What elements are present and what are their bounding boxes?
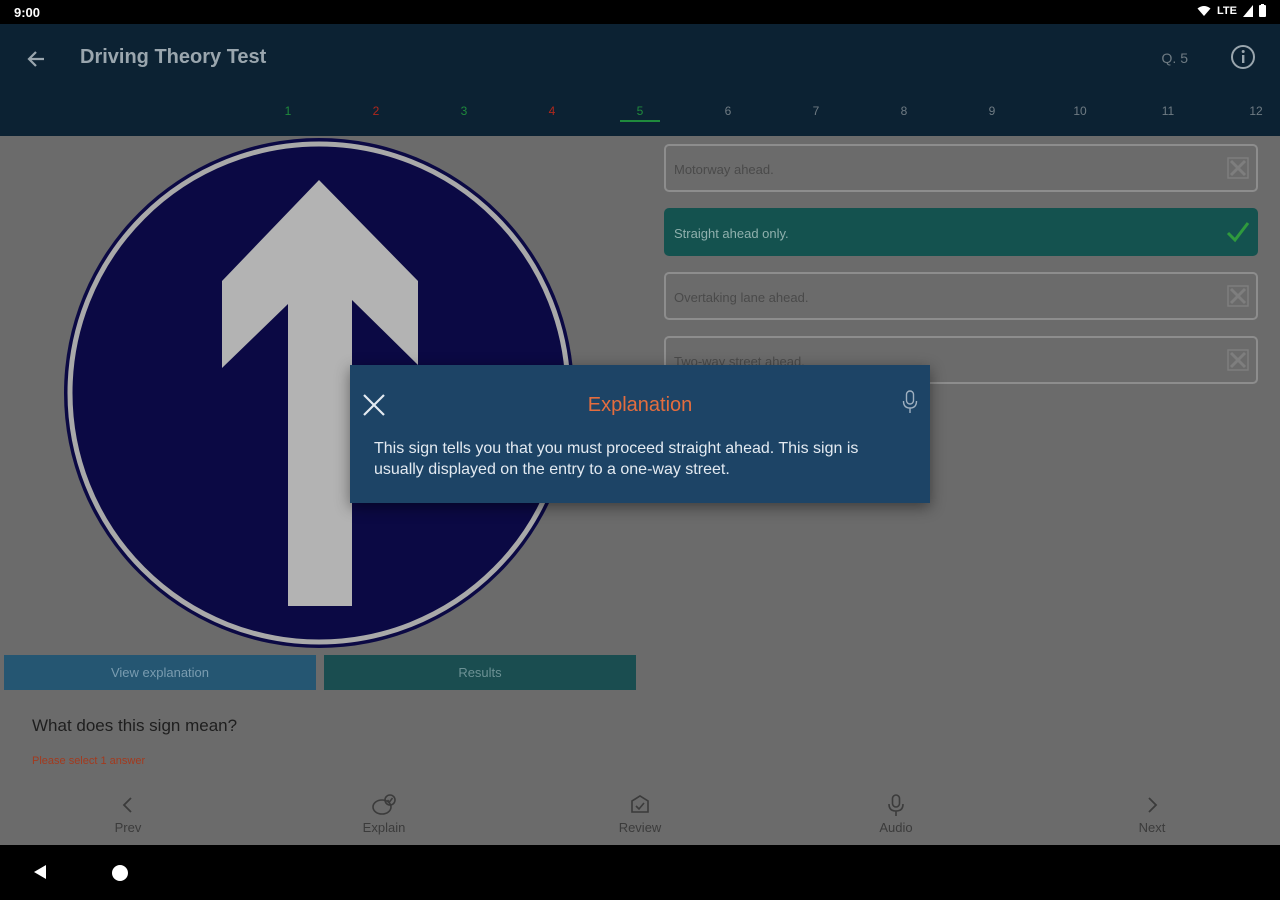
answer-option-1[interactable]: Motorway ahead.	[664, 144, 1258, 192]
audio-button[interactable]: Audio	[846, 792, 946, 835]
explain-icon	[372, 794, 396, 815]
cross-icon	[1227, 157, 1249, 179]
question-tabs: 1 2 3 4 5 6 7 8 9 10 11 12	[0, 104, 1280, 128]
next-label: Next	[1138, 820, 1166, 835]
audio-label: Audio	[879, 820, 913, 835]
dialog-body: This sign tells you that you must procee…	[374, 440, 859, 478]
explanation-dialog: Explanation This sign tells you that you…	[350, 365, 930, 503]
question-tab-12[interactable]: 12	[1236, 104, 1276, 118]
status-time: 9:00	[14, 5, 41, 20]
review-icon	[631, 795, 649, 813]
results-button[interactable]: Results	[324, 655, 636, 690]
back-arrow-icon[interactable]	[22, 44, 52, 74]
question-text: What does this sign mean?	[32, 716, 238, 735]
chevron-left-icon	[122, 797, 132, 813]
dialog-title: Explanation	[587, 394, 693, 416]
bottom-navigation: Prev Explain Review Audio Next	[0, 786, 1280, 845]
chevron-right-icon	[1148, 797, 1158, 813]
question-tab-10[interactable]: 10	[1060, 104, 1100, 118]
explain-label: Explain	[362, 820, 406, 835]
answer-hint: Please select 1 answer	[32, 755, 146, 767]
next-button[interactable]: Next	[1102, 792, 1202, 835]
answer-text: Straight ahead only.	[674, 226, 789, 241]
info-icon[interactable]	[1230, 44, 1256, 70]
question-tab-3[interactable]: 3	[444, 104, 484, 118]
answer-text: Overtaking lane ahead.	[674, 290, 809, 305]
prev-label: Prev	[114, 820, 142, 835]
review-label: Review	[618, 820, 662, 835]
question-number: Q. 5	[1161, 50, 1188, 66]
system-back-icon[interactable]	[32, 864, 48, 880]
question-tab-5[interactable]: 5	[620, 104, 660, 122]
system-home-icon[interactable]	[112, 865, 128, 881]
prev-button[interactable]: Prev	[78, 792, 178, 835]
question-tab-4[interactable]: 4	[532, 104, 572, 118]
microphone-icon[interactable]	[902, 390, 918, 414]
explain-button[interactable]: Explain	[334, 792, 434, 835]
answer-list: Motorway ahead. Straight ahead only. Ove…	[664, 144, 1258, 400]
wifi-icon	[1197, 5, 1211, 16]
answer-option-3[interactable]: Overtaking lane ahead.	[664, 272, 1258, 320]
action-buttons: View explanation Results	[4, 655, 638, 690]
cross-icon	[1227, 349, 1249, 371]
app-bar: Driving Theory Test Q. 5 1 2 3 4 5 6 7 8…	[0, 24, 1280, 136]
question-tab-6[interactable]: 6	[708, 104, 748, 118]
network-label: LTE	[1217, 4, 1237, 17]
battery-icon	[1259, 4, 1266, 17]
cross-icon	[1227, 285, 1249, 307]
answer-text: Motorway ahead.	[674, 162, 774, 177]
question-tab-7[interactable]: 7	[796, 104, 836, 118]
check-icon	[1226, 222, 1250, 243]
question-tab-9[interactable]: 9	[972, 104, 1012, 118]
status-icons: LTE	[1197, 4, 1266, 17]
question-tab-2[interactable]: 2	[356, 104, 396, 118]
question-tab-1[interactable]: 1	[268, 104, 308, 118]
answer-option-2[interactable]: Straight ahead only.	[664, 208, 1258, 256]
view-explanation-button[interactable]: View explanation	[4, 655, 316, 690]
signal-icon	[1243, 4, 1253, 17]
system-navigation-bar	[0, 845, 1280, 900]
question-tab-11[interactable]: 11	[1148, 104, 1188, 118]
review-button[interactable]: Review	[590, 792, 690, 835]
status-bar: 9:00 LTE	[0, 0, 1280, 24]
microphone-icon	[888, 794, 904, 816]
question-tab-8[interactable]: 8	[884, 104, 924, 118]
page-title: Driving Theory Test	[80, 46, 267, 68]
